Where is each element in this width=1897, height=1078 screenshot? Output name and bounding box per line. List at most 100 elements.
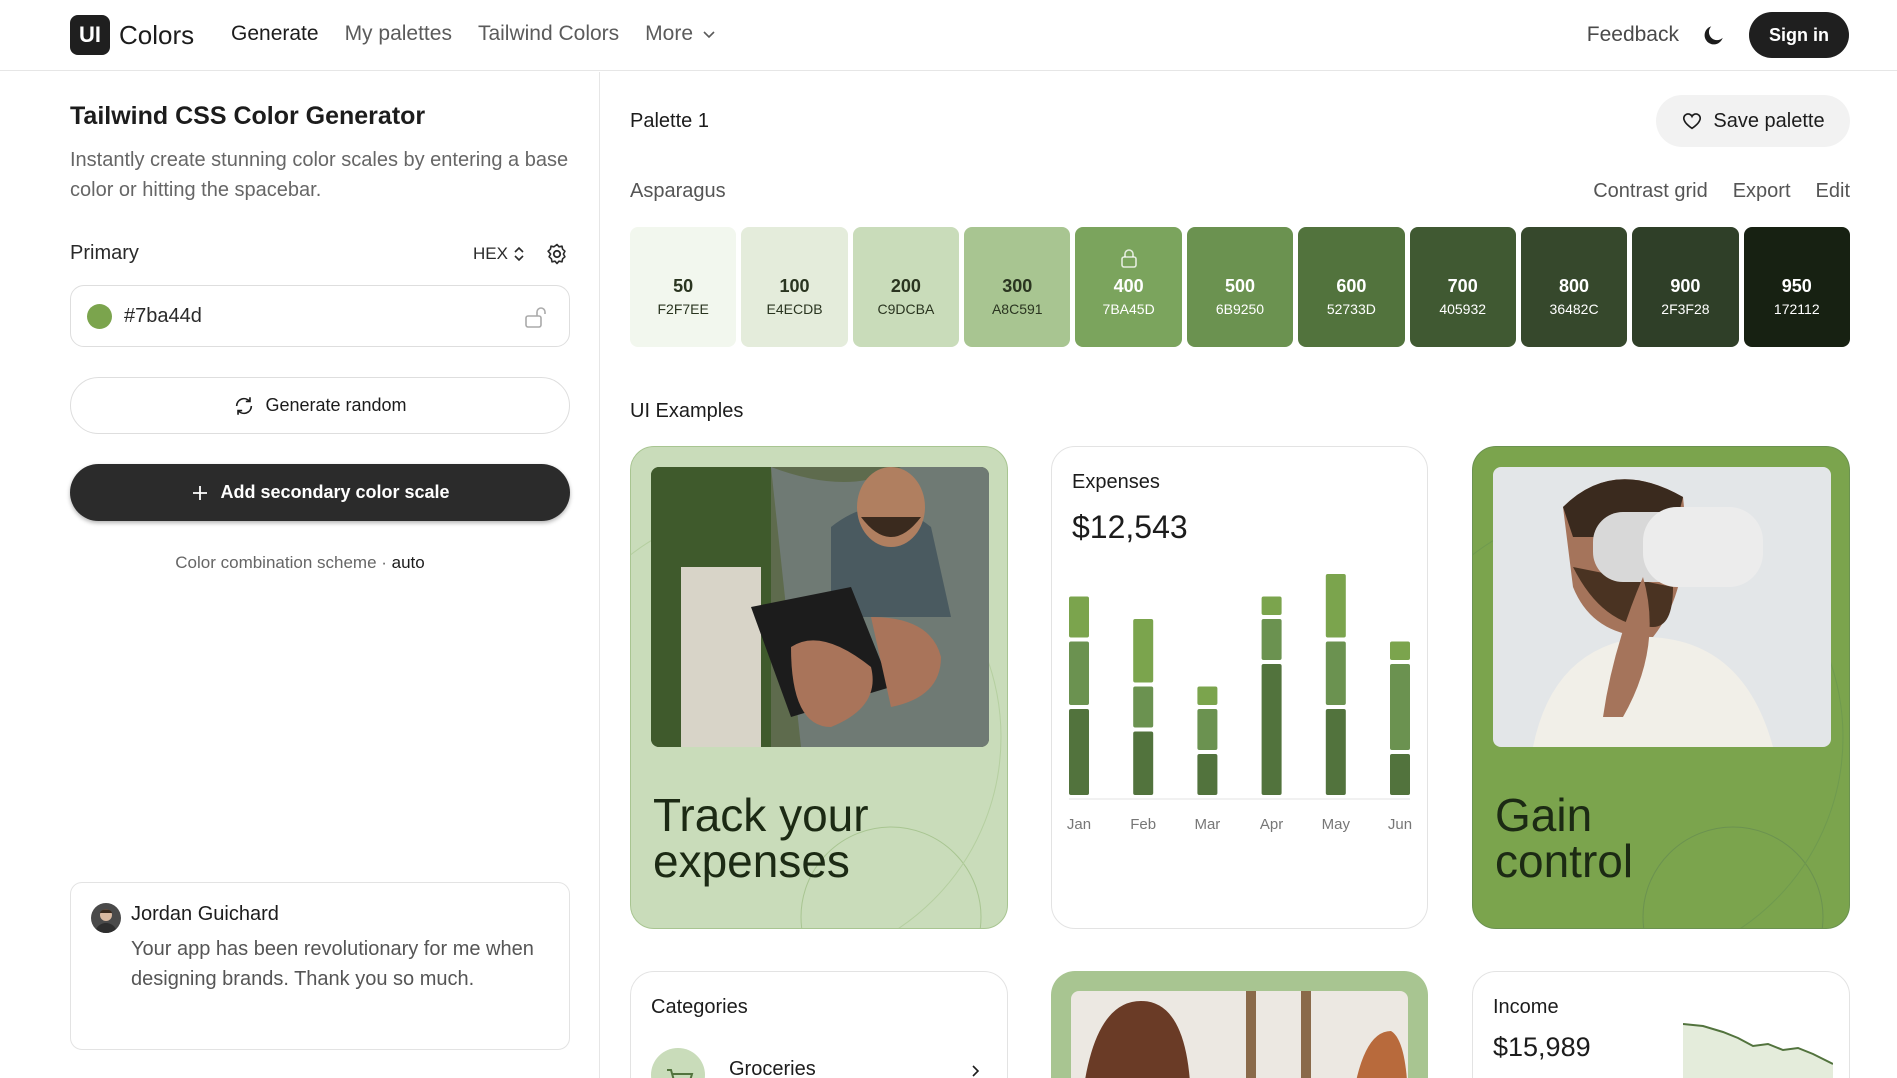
color-input[interactable]: #7ba44d (70, 285, 570, 347)
avatar (91, 903, 121, 933)
export-link[interactable]: Export (1733, 180, 1791, 203)
nav-more[interactable]: More (645, 22, 717, 46)
shade-900[interactable]: 900 2F3F28 (1632, 227, 1739, 347)
bar-mar-segment-1 (1197, 754, 1218, 795)
income-sparkline (1683, 1023, 1833, 1078)
income-label: Income (1493, 996, 1559, 1018)
shade-number: 100 (779, 275, 810, 296)
main-nav: Generate My palettes Tailwind Colors Mor… (231, 22, 717, 46)
color-swatch[interactable] (87, 303, 112, 329)
generator-panel: Tailwind CSS Color Generator Instantly c… (0, 72, 600, 1078)
shade-hex: 405932 (1439, 300, 1487, 317)
moon-icon[interactable] (1701, 22, 1727, 48)
shade-number: 800 (1559, 275, 1590, 296)
refresh-icon (236, 396, 253, 415)
shade-hex: E4ECDB (766, 300, 823, 317)
shade-number: 400 (1113, 275, 1144, 296)
nav-tailwind-colors[interactable]: Tailwind Colors (478, 22, 619, 46)
color-scheme: Color combination scheme · auto (0, 553, 600, 573)
phone-photo (651, 467, 989, 747)
save-palette-button[interactable]: Save palette (1656, 95, 1850, 147)
x-tick-label: Jan (1067, 816, 1091, 833)
shade-50[interactable]: 50 F2F7EE (630, 227, 737, 347)
cart-icon (651, 1048, 705, 1078)
edit-link[interactable]: Edit (1816, 180, 1850, 203)
add-secondary-button[interactable]: Add secondary color scale (70, 464, 570, 521)
palette-title[interactable]: Palette 1 (630, 110, 709, 133)
shade-700[interactable]: 700 405932 (1409, 227, 1516, 347)
bar-mar-segment-3 (1197, 686, 1218, 705)
bar-jan-segment-3 (1069, 596, 1089, 638)
shade-number: 500 (1224, 275, 1255, 296)
shade-number: 900 (1670, 275, 1701, 296)
heart-icon (1683, 113, 1702, 130)
shade-200[interactable]: 200 C9DCBA (852, 227, 960, 347)
shade-hex: 7BA45D (1102, 300, 1155, 317)
nav-my-palettes[interactable]: My palettes (345, 22, 452, 46)
ui-examples-title: UI Examples (630, 400, 744, 422)
income-value: $15,989 (1493, 1032, 1591, 1062)
contrast-grid-link[interactable]: Contrast grid (1593, 180, 1708, 203)
generate-random-button[interactable]: Generate random (70, 377, 570, 434)
shade-hex: 6B9250 (1215, 300, 1265, 317)
track-expenses-card: Track your expenses (630, 446, 1008, 929)
bar-jan-segment-2 (1069, 641, 1089, 705)
gain-control-text: Gain control (1495, 789, 1634, 887)
bar-apr-segment-1 (1261, 664, 1282, 795)
shade-number: 600 (1336, 275, 1367, 296)
bar-jun-segment-1 (1390, 754, 1410, 795)
format-value: HEX (473, 244, 508, 263)
shade-number: 200 (890, 275, 921, 296)
nav-generate[interactable]: Generate (231, 22, 319, 46)
color-input-value[interactable]: #7ba44d (124, 305, 202, 328)
shade-number: 700 (1447, 275, 1478, 296)
feedback-link[interactable]: Feedback (1587, 23, 1679, 47)
format-select[interactable]: HEX (473, 244, 526, 264)
shade-950[interactable]: 950 172112 (1743, 227, 1850, 347)
shade-800[interactable]: 800 36482C (1520, 227, 1628, 347)
testimonial-quote: Your app has been revolutionary for me w… (131, 938, 534, 990)
logo-text: Colors (119, 19, 195, 50)
expenses-chart: Jan Feb Mar Apr May Jun (1067, 574, 1412, 833)
shade-hex: F2F7EE (657, 300, 709, 317)
bar-jan-segment-1 (1069, 709, 1089, 795)
shade-400[interactable]: 400 7BA45D (1075, 227, 1182, 347)
logo[interactable]: UI Colors (70, 15, 194, 55)
testimonial-card: Jordan Guichard Your app has been revolu… (70, 882, 570, 1050)
shade-300[interactable]: 300 A8C591 (964, 227, 1071, 347)
bar-feb-segment-2 (1133, 686, 1154, 728)
x-tick-label: Feb (1130, 816, 1156, 833)
shade-number: 50 (673, 275, 694, 296)
shade-500[interactable]: 500 6B9250 (1186, 227, 1294, 347)
bar-may-segment-1 (1325, 709, 1346, 795)
chevron-up-down-icon (514, 246, 524, 262)
page-title: Tailwind CSS Color Generator (70, 102, 426, 130)
expenses-card: Expenses $12,543 Jan Feb Mar Apr May Jun (1051, 446, 1428, 929)
bar-may-segment-2 (1325, 641, 1346, 705)
gear-icon[interactable] (545, 242, 569, 266)
unlock-icon[interactable] (523, 304, 549, 330)
sign-in-button[interactable]: Sign in (1749, 12, 1849, 58)
shade-hex: 52733D (1326, 300, 1376, 317)
x-tick-label: Mar (1194, 816, 1220, 833)
shade-600[interactable]: 600 52733D (1298, 227, 1405, 347)
gain-control-card: Gain control (1472, 446, 1850, 929)
palette-name: Asparagus (630, 180, 726, 202)
primary-label: Primary (70, 242, 139, 264)
bar-jun-segment-2 (1390, 664, 1410, 750)
category-item-groceries[interactable]: Groceries (729, 1058, 816, 1078)
bar-mar-segment-2 (1197, 709, 1218, 750)
shade-hex: 2F3F28 (1661, 300, 1710, 317)
scheme-value[interactable]: auto (392, 553, 425, 572)
bar-jun-segment-3 (1390, 641, 1410, 660)
shade-100[interactable]: 100 E4ECDB (741, 227, 848, 347)
lock-icon[interactable] (1118, 247, 1140, 269)
color-scale: 50 F2F7EE 100 E4ECDB 200 C9DCBA 300 A8C591 400 7B… (630, 227, 1850, 347)
chevron-right-icon[interactable] (969, 1064, 983, 1078)
track-expenses-text: Track your expenses (653, 789, 869, 887)
people-photo (1071, 991, 1408, 1078)
shade-hex: 36482C (1549, 300, 1599, 317)
logo-mark: UI (70, 15, 110, 55)
shade-hex: A8C591 (991, 300, 1043, 317)
bar-feb-segment-3 (1133, 619, 1154, 683)
